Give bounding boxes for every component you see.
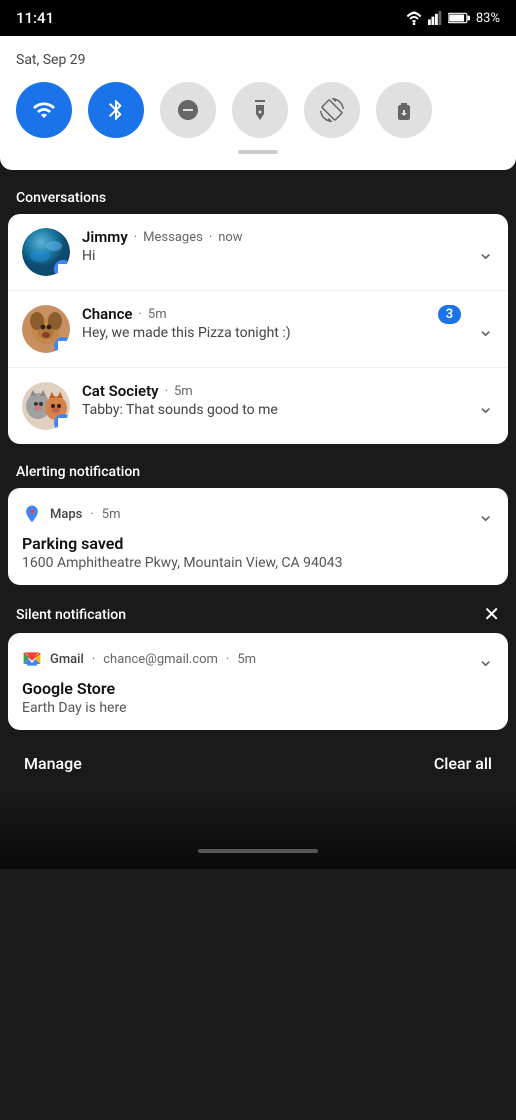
gmail-notification[interactable]: Gmail · chance@gmail.com · 5m ⌄ Google S… [8,633,508,730]
conversations-section-header: Conversations [0,178,516,214]
notif-app-jimmy: · [134,230,137,245]
unread-badge-chance: 3 [438,305,461,324]
bluetooth-icon [104,98,128,122]
maps-icon [22,504,42,524]
dark-footer [0,789,516,869]
alerting-section-header: Alerting notification [0,452,516,488]
status-icons: 83% [406,11,500,26]
maps-header: Maps · 5m ⌄ [22,502,494,526]
manage-button[interactable]: Manage [24,754,82,773]
maps-app-name: Maps [50,507,82,522]
chevron-cat[interactable]: ⌄ [477,394,494,418]
notif-body-cat: Tabby: That sounds good to me [82,402,465,418]
autorotate-toggle[interactable] [304,82,360,138]
bottom-bar: Manage Clear all [0,738,516,789]
messages-badge-chance [54,337,70,353]
maps-address: 1600 Amphitheatre Pkwy, Mountain View, C… [22,555,494,571]
flashlight-icon [248,98,272,122]
gmail-app-name: Gmail [50,652,84,667]
close-silent-button[interactable]: ✕ [483,605,500,625]
bluetooth-toggle[interactable] [88,82,144,138]
silent-section-header: Silent notification ✕ [0,593,516,633]
date-label: Sat, Sep 29 [16,52,500,68]
gmail-body: Earth Day is here [22,700,494,716]
gmail-time: 5m [237,652,256,667]
status-time: 11:41 [16,9,54,27]
flashlight-toggle[interactable] [232,82,288,138]
notif-time-chance: 5m [148,307,167,322]
dnd-icon [176,98,200,122]
conversations-card: Jimmy · Messages · now Hi ⌄ [8,214,508,444]
avatar-jimmy [22,228,70,276]
notif-sender-chance: Chance [82,305,133,323]
clear-all-button[interactable]: Clear all [434,754,492,773]
battery-saver-icon [392,98,416,122]
battery-icon [448,12,470,24]
chevron-gmail[interactable]: ⌄ [477,647,494,671]
silent-label: Silent notification [16,607,126,623]
notif-time-cat: 5m [174,384,193,399]
battery-saver-toggle[interactable] [376,82,432,138]
signal-icon [428,11,442,25]
notification-cat-society[interactable]: Cat Society · 5m Tabby: That sounds good… [8,368,508,444]
quick-settings-buttons [16,82,500,138]
quick-settings-panel: Sat, Sep 29 [0,36,516,170]
maps-title: Parking saved [22,534,494,553]
notif-app-name-jimmy: Messages [143,230,203,245]
notif-sender-cat: Cat Society [82,382,159,400]
gmail-sender: chance@gmail.com [103,652,218,667]
home-indicator [198,849,318,853]
status-bar: 11:41 83% [0,0,516,36]
maps-notification[interactable]: Maps · 5m ⌄ Parking saved 1600 Amphithea… [8,488,508,585]
wifi-status-icon [406,11,422,25]
wifi-toggle[interactable] [16,82,72,138]
notif-body-jimmy: Hi [82,248,465,264]
qs-handle [238,150,278,154]
notif-sender-jimmy: Jimmy [82,228,128,246]
gmail-icon [22,649,42,669]
notif-content-jimmy: Jimmy · Messages · now Hi [82,228,465,264]
notif-content-chance: Chance · 5m Hey, we made this Pizza toni… [82,305,426,341]
avatar-cat-society [22,382,70,430]
autorotate-icon [320,98,344,122]
chevron-maps[interactable]: ⌄ [477,502,494,526]
messages-badge-cat [54,414,70,430]
maps-time: 5m [102,507,121,522]
wifi-icon [32,98,56,122]
chevron-jimmy[interactable]: ⌄ [477,240,494,264]
notif-content-cat: Cat Society · 5m Tabby: That sounds good… [82,382,465,418]
gmail-header: Gmail · chance@gmail.com · 5m ⌄ [22,647,494,671]
dnd-toggle[interactable] [160,82,216,138]
notif-body-chance: Hey, we made this Pizza tonight :) [82,325,426,341]
avatar-chance [22,305,70,353]
chevron-chance[interactable]: ⌄ [477,317,494,341]
notif-time-jimmy: now [218,230,242,245]
gmail-title: Google Store [22,679,494,698]
messages-badge-jimmy [54,260,70,276]
battery-percentage: 83% [476,11,500,26]
notification-jimmy[interactable]: Jimmy · Messages · now Hi ⌄ [8,214,508,291]
notification-chance[interactable]: Chance · 5m Hey, we made this Pizza toni… [8,291,508,368]
